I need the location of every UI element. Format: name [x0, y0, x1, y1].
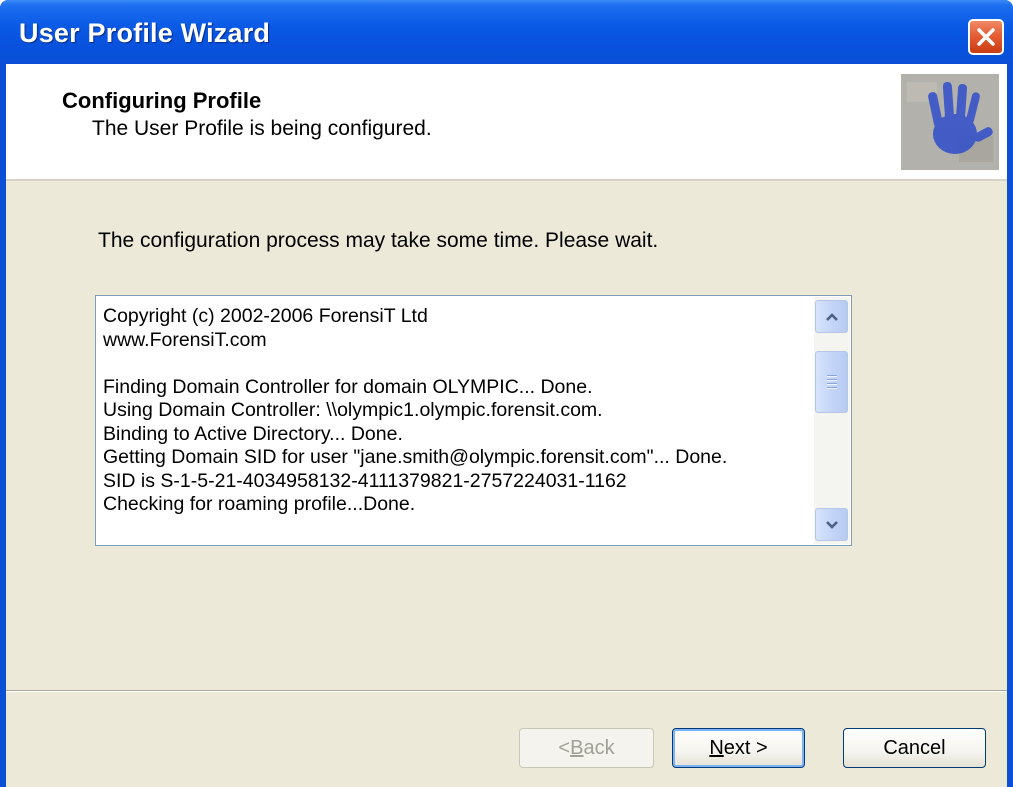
chevron-down-icon — [825, 520, 838, 529]
page-subtitle: The User Profile is being configured. — [92, 117, 432, 140]
scroll-down-button[interactable] — [815, 508, 848, 541]
window-title: User Profile Wizard — [19, 18, 271, 48]
vertical-scrollbar[interactable] — [814, 297, 850, 544]
log-line: Using Domain Controller: \\olympic1.olym… — [103, 399, 603, 421]
log-lines: Copyright (c) 2002-2006 ForensiT Ltd www… — [103, 305, 813, 517]
close-icon — [977, 28, 995, 46]
next-button[interactable]: Next > — [672, 728, 805, 768]
wizard-window: User Profile Wizard Configuring Profile … — [0, 0, 1013, 787]
wizard-header: Configuring Profile The User Profile is … — [6, 64, 1007, 181]
button-separator — [6, 690, 1007, 692]
back-button[interactable]: < Back — [519, 728, 654, 768]
log-line: SID is S-1-5-21-4034958132-4111379821-27… — [103, 469, 627, 492]
log-line: www.ForensiT.com — [103, 328, 267, 351]
back-prefix: < — [558, 736, 571, 759]
back-accesskey: B — [570, 736, 584, 759]
handprint-logo — [901, 74, 999, 170]
log-line: Binding to Active Directory... Done. — [103, 422, 403, 445]
cancel-button[interactable]: Cancel — [843, 728, 986, 768]
log-line: Checking for roaming profile...Done. — [103, 493, 416, 515]
scroll-up-button[interactable] — [815, 300, 848, 333]
grip-icon — [826, 373, 837, 391]
log-line: Finding Domain Controller for domain OLY… — [103, 375, 593, 398]
next-accesskey: N — [709, 736, 724, 759]
log-line: Copyright (c) 2002-2006 ForensiT Ltd — [103, 305, 428, 327]
close-button[interactable] — [968, 19, 1004, 55]
title-bar[interactable]: User Profile Wizard — [0, 0, 1013, 64]
wait-message: The configuration process may take some … — [98, 229, 659, 252]
page-title: Configuring Profile — [62, 88, 262, 113]
dialog-body: Configuring Profile The User Profile is … — [6, 64, 1007, 787]
chevron-up-icon — [825, 312, 838, 321]
next-label: ext > — [723, 736, 768, 759]
back-label: ack — [583, 736, 615, 759]
log-line: Getting Domain SID for user "jane.smith@… — [103, 446, 728, 468]
progress-log[interactable]: Copyright (c) 2002-2006 ForensiT Ltd www… — [95, 295, 852, 546]
scroll-thumb[interactable] — [815, 351, 848, 413]
log-line — [103, 352, 813, 376]
